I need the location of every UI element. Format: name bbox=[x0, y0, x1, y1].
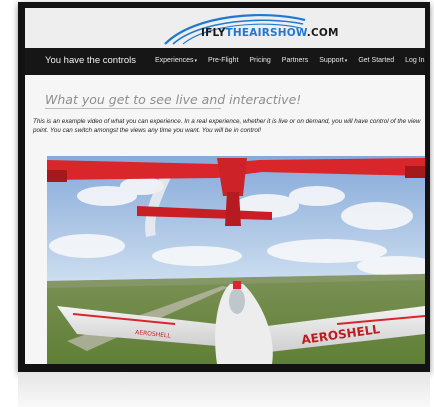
site-header: IFLYTHEAIRSHOW.COM bbox=[25, 8, 425, 48]
web-page: IFLYTHEAIRSHOW.COM You have the controls… bbox=[25, 8, 425, 364]
page-reflection bbox=[18, 372, 430, 407]
nav-item-pre-flight[interactable]: Pre-Flight bbox=[208, 57, 238, 64]
logo-suffix: .COM bbox=[306, 27, 339, 39]
main-navbar: You have the controls Experiences▾ Pre-F… bbox=[25, 48, 425, 75]
nav-item-label: Partners bbox=[281, 57, 309, 64]
chevron-down-icon: ▾ bbox=[344, 58, 348, 64]
nav-item-label: Support bbox=[319, 57, 344, 64]
site-logo[interactable]: IFLYTHEAIRSHOW.COM bbox=[201, 27, 339, 39]
nav-item-label: Experiences bbox=[155, 57, 194, 64]
chevron-down-icon: ▾ bbox=[194, 58, 198, 64]
title-underline bbox=[45, 108, 221, 109]
nav-item-label: Log In bbox=[405, 57, 425, 64]
nav-item-partners[interactable]: Partners bbox=[282, 57, 308, 64]
nav-brand[interactable]: You have the controls bbox=[45, 55, 136, 66]
nav-item-get-started[interactable]: Get Started bbox=[358, 57, 394, 64]
nav-item-label: Pre-Flight bbox=[208, 57, 239, 64]
page-title: What you get to see live and interactive… bbox=[45, 92, 302, 107]
intro-paragraph: This is an example video of what you can… bbox=[33, 118, 421, 134]
nav-item-label: Pricing bbox=[249, 57, 271, 64]
nav-item-experiences[interactable]: Experiences▾ bbox=[155, 57, 197, 64]
nav-item-support[interactable]: Support▾ bbox=[319, 57, 347, 64]
nav-item-label: Get Started bbox=[358, 57, 395, 64]
logo-prefix: IFLY bbox=[201, 27, 226, 39]
nav-item-log-in[interactable]: Log In bbox=[405, 57, 424, 64]
example-video-player[interactable]: AEROSHELL AEROSHELL bbox=[47, 156, 425, 364]
nav-menu: Experiences▾ Pre-Flight Pricing Partners… bbox=[155, 57, 425, 64]
nav-item-pricing[interactable]: Pricing bbox=[249, 57, 270, 64]
logo-highlight: THEAIRSHOW bbox=[225, 27, 307, 39]
video-frame: AEROSHELL AEROSHELL bbox=[47, 156, 425, 364]
